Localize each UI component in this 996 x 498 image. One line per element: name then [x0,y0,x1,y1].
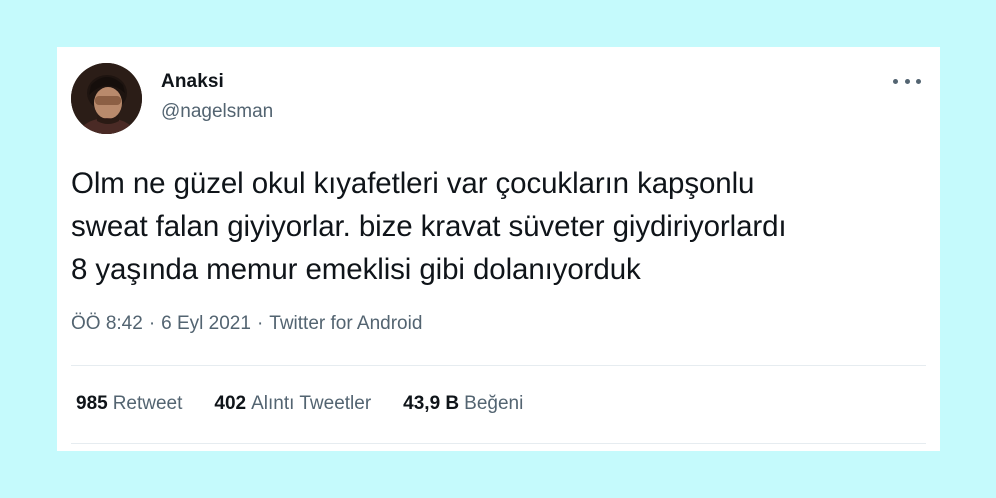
tweet-stats: 985 Retweet 402 Alıntı Tweetler 43,9 B Beğe… [76,393,555,415]
divider [71,365,926,366]
meta-separator: · [256,313,264,334]
tweet-time[interactable]: ÖÖ 8:42 [71,313,143,334]
tweet-text-line: 8 yaşında memur emeklisi gibi dolanıyord… [71,253,641,286]
dot [916,78,921,84]
quote-stat[interactable]: 402 Alıntı Tweetler [214,393,371,415]
tweet-text-line: sweat falan giyiyorlar. bize kravat süve… [71,210,787,243]
retweet-label: Retweet [112,393,183,414]
divider [71,443,926,444]
author-handle[interactable]: @nagelsman [161,101,273,123]
retweet-count: 985 [76,393,108,414]
meta-separator: · [148,313,156,334]
like-stat[interactable]: 43,9 B Beğeni [403,393,523,415]
tweet-source[interactable]: Twitter for Android [269,313,422,334]
tweet-card: Anaksi @nagelsman Olm ne güzel okul kıya… [57,47,940,451]
quote-count: 402 [214,393,247,414]
tweet-meta: ÖÖ 8:42 · 6 Eyl 2021 · Twitter for Android [71,313,422,335]
like-label: Beğeni [464,393,524,414]
like-count: 43,9 B [403,393,460,414]
more-options-icon[interactable] [893,73,921,89]
tweet-date[interactable]: 6 Eyl 2021 [161,313,251,334]
dot [904,78,910,84]
quote-label: Alıntı Tweetler [251,393,372,414]
author-display-name[interactable]: Anaksi [161,71,224,93]
tweet-text: Olm ne güzel okul kıyafetleri var çocukl… [71,162,931,291]
retweet-stat[interactable]: 985 Retweet [76,393,182,415]
tweet-text-line: Olm ne güzel okul kıyafetleri var çocukl… [71,167,755,200]
avatar-image [71,63,142,134]
dot [893,78,898,84]
avatar[interactable] [71,63,142,134]
